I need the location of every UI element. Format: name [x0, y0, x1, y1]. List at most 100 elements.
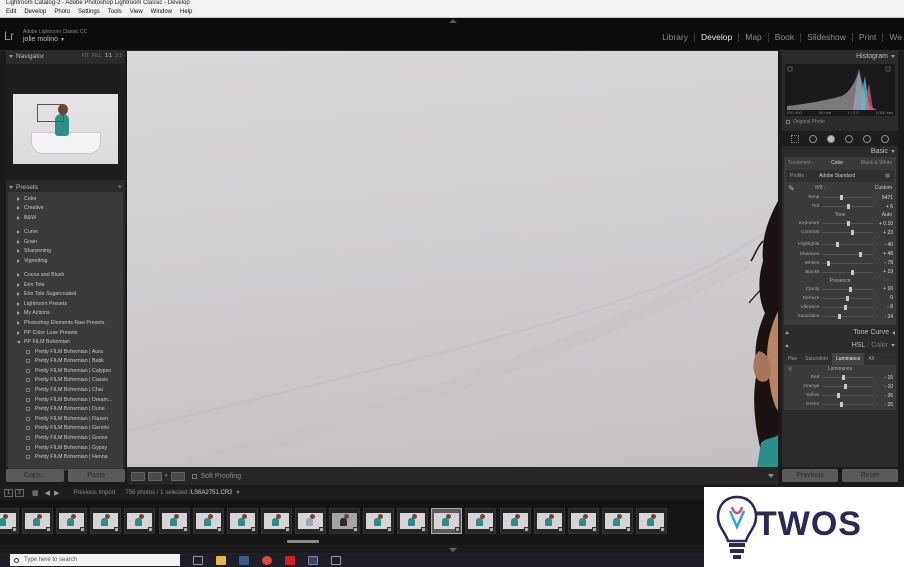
slider-track[interactable]	[822, 204, 874, 210]
preset-item[interactable]: Pretty FILM Bohemian | Goose	[8, 433, 123, 443]
preset-folder[interactable]: PP Color Luxe Presets	[8, 328, 123, 338]
hsl-header[interactable]: HSL / Color	[782, 340, 898, 351]
photos-icon[interactable]	[331, 555, 341, 565]
preset-item[interactable]: Pretty FILM Bohemian | Gypsy	[8, 443, 123, 453]
menu-window[interactable]: Window	[147, 7, 176, 18]
menu-help[interactable]: Help	[176, 7, 196, 18]
slider-value[interactable]: + 10	[873, 286, 893, 292]
presence-slider-clarity[interactable]: Clarity + 10	[784, 285, 896, 294]
slider-value[interactable]: - 25	[873, 402, 893, 408]
auto-tone-button[interactable]: Auto	[882, 211, 892, 219]
radial-filter-icon[interactable]	[863, 134, 871, 143]
crop-overlay-icon[interactable]	[791, 134, 799, 143]
menu-develop[interactable]: Develop	[20, 7, 50, 18]
treatment-color[interactable]: Color	[831, 160, 843, 166]
preset-item[interactable]: Pretty FILM Bohemian | Aura	[8, 347, 123, 357]
module-book[interactable]: Book	[769, 33, 802, 42]
paste-button[interactable]: Paste	[67, 469, 125, 482]
slider-value[interactable]: - 15	[873, 375, 893, 381]
slider-thumb[interactable]	[839, 402, 843, 408]
lightroom-active-icon[interactable]	[308, 555, 318, 565]
slider-value[interactable]: 5471	[873, 195, 893, 201]
screen-2-button[interactable]: 2	[15, 489, 24, 497]
navigator-preview[interactable]	[6, 64, 125, 180]
filmstrip-thumbnail[interactable]	[22, 508, 54, 534]
slider-value[interactable]: - 8	[873, 304, 893, 310]
slider-value[interactable]: + 48	[873, 251, 893, 257]
reset-button[interactable]: Reset	[842, 469, 898, 482]
luminance-slider-green[interactable]: Green - 25	[784, 400, 896, 409]
menu-edit[interactable]: Edit	[2, 7, 20, 18]
slider-thumb[interactable]	[847, 221, 851, 227]
preset-folder[interactable]: B&W	[8, 213, 123, 223]
slider-value[interactable]: - 34	[873, 314, 893, 320]
slider-track[interactable]	[822, 260, 874, 266]
previous-button[interactable]: Previous	[782, 469, 838, 482]
filmstrip-thumbnail[interactable]	[192, 508, 224, 534]
filmstrip-thumbnail[interactable]	[601, 508, 633, 534]
menu-tools[interactable]: Tools	[104, 7, 126, 18]
tone-slider-whites[interactable]: Whites - 78	[784, 259, 896, 268]
slider-track[interactable]	[822, 402, 874, 408]
filmstrip-thumbnail[interactable]	[56, 508, 88, 534]
chrome-icon[interactable]	[262, 555, 272, 565]
add-preset-icon[interactable]: +	[118, 184, 122, 191]
user-name[interactable]: jolie molino ▼	[23, 36, 65, 43]
slider-thumb[interactable]	[851, 230, 855, 236]
filmstrip-thumbnail[interactable]	[499, 508, 531, 534]
preset-folder[interactable]: Erin Tole Sugarcoated	[8, 289, 123, 299]
slider-track[interactable]	[822, 195, 874, 201]
filmstrip-thumbnail[interactable]	[431, 508, 463, 534]
module-map[interactable]: Map	[739, 33, 769, 42]
filmstrip-thumbnail[interactable]	[124, 508, 156, 534]
treatment-bw[interactable]: Black & White	[861, 160, 892, 166]
preset-folder[interactable]: Erin Tole	[8, 280, 123, 290]
tab-saturation[interactable]: Saturation	[801, 353, 832, 365]
loupe-view-button[interactable]	[131, 471, 145, 481]
navigator-viewport-rect[interactable]	[37, 104, 64, 122]
slider-value[interactable]: 0	[873, 295, 893, 301]
luminance-slider-yellow[interactable]: Yellow - 35	[784, 391, 896, 400]
basic-header[interactable]: Basic	[782, 146, 898, 157]
slider-value[interactable]: - 40	[873, 242, 893, 248]
slider-value[interactable]: + 0.10	[873, 221, 893, 227]
filmstrip-thumbnail[interactable]	[533, 508, 565, 534]
luminance-slider-red[interactable]: Red - 15	[784, 373, 896, 382]
forward-arrow-icon[interactable]: ▶	[54, 489, 59, 497]
presence-slider-saturation[interactable]: Saturation - 34	[784, 312, 896, 321]
presence-slider-dehaze[interactable]: Dehaze 0	[784, 294, 896, 303]
slider-track[interactable]	[822, 384, 874, 390]
preset-item[interactable]: Pretty FILM Bohemian | Batik	[8, 357, 123, 367]
tab-luminance[interactable]: Luminance	[831, 353, 865, 366]
menu-photo[interactable]: Photo	[50, 7, 74, 18]
compare-button[interactable]	[170, 471, 185, 481]
slider-track[interactable]	[822, 230, 874, 236]
spot-removal-icon[interactable]	[809, 134, 817, 143]
module-print[interactable]: Print	[853, 33, 884, 42]
preset-folder[interactable]: Sharpening	[8, 246, 123, 256]
acrobat-icon[interactable]	[285, 555, 295, 565]
slider-value[interactable]: - 10	[873, 384, 893, 390]
filmstrip-thumbnail[interactable]	[0, 508, 19, 534]
slider-track[interactable]	[822, 251, 874, 257]
slider-value[interactable]: + 19	[873, 269, 893, 275]
slider-thumb[interactable]	[837, 393, 841, 399]
slider-value[interactable]: - 35	[873, 393, 893, 399]
tab-all[interactable]: All	[864, 353, 878, 365]
preset-folder-open[interactable]: PP FILM Bohemian	[8, 337, 123, 347]
filmstrip-source[interactable]: Previous Import	[73, 490, 115, 496]
histogram[interactable]: ISO 400 50 mm f / 2.2 1/160 sec	[785, 64, 895, 116]
red-eye-icon[interactable]	[827, 134, 835, 143]
zoom-fill[interactable]: FILL	[92, 53, 102, 59]
luminance-slider-orange[interactable]: Orange - 10	[784, 382, 896, 391]
copy-button[interactable]: Copy...	[6, 469, 64, 482]
slider-thumb[interactable]	[858, 251, 862, 257]
preset-item[interactable]: Pretty FILM Bohemian | Henna	[8, 452, 123, 462]
panel-switch-icon[interactable]	[785, 344, 789, 348]
slider-thumb[interactable]	[846, 295, 850, 301]
module-library[interactable]: Library	[656, 33, 696, 42]
filename-caret-icon[interactable]: ▼	[236, 490, 241, 496]
slider-thumb[interactable]	[847, 204, 851, 210]
filmstrip-scrollbar[interactable]	[287, 540, 319, 543]
zoom-3-1[interactable]: 3:1	[115, 53, 122, 59]
